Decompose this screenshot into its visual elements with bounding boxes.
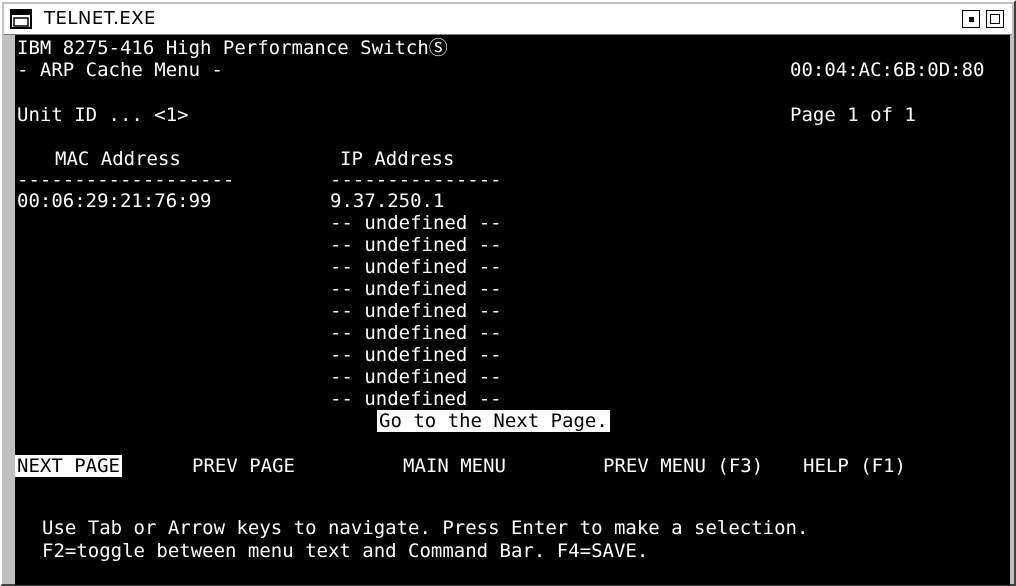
table-row-ip: -- undefined -- [330, 322, 502, 344]
mac-column-underline: ------------------- [17, 169, 235, 191]
page-indicator: Page 1 of 1 [790, 104, 916, 126]
table-row-ip: 9.37.250.1 [330, 190, 445, 212]
ip-column-header: IP Address [340, 148, 455, 170]
table-row-ip: -- undefined -- [330, 366, 502, 388]
table-row-ip: -- undefined -- [330, 278, 502, 300]
maximize-button[interactable] [986, 10, 1004, 28]
main-menu-button[interactable]: MAIN MENU [403, 455, 506, 477]
help-button[interactable]: HELP (F1) [803, 455, 906, 477]
prev-page-button[interactable]: PREV PAGE [192, 455, 295, 477]
unit-id: Unit ID ... <1> [17, 104, 189, 126]
table-row-ip: -- undefined -- [330, 212, 502, 234]
table-row-mac: 00:06:29:21:76:99 [17, 190, 212, 212]
ip-column-underline: --------------- [330, 169, 502, 191]
switch-mac-address: 00:04:AC:6B:0D:80 [790, 59, 985, 81]
title-bar[interactable]: TELNET.EXE [4, 4, 1012, 35]
next-page-button[interactable]: NEXT PAGE [15, 455, 122, 477]
table-row-ip: -- undefined -- [330, 234, 502, 256]
table-row-ip: -- undefined -- [330, 344, 502, 366]
minimize-button[interactable] [962, 10, 980, 28]
status-message: Go to the Next Page. [377, 410, 610, 432]
telnet-window: TELNET.EXE IBM 8275-416 High Performance… [0, 0, 1016, 586]
help-text-line2: F2=toggle between menu text and Command … [42, 540, 649, 562]
table-row-ip: -- undefined -- [330, 388, 502, 410]
table-row-ip: -- undefined -- [330, 300, 502, 322]
window-menu-icon[interactable] [10, 9, 32, 29]
terminal-screen[interactable]: IBM 8275-416 High Performance SwitchⓈ - … [15, 35, 1010, 585]
table-row-ip: -- undefined -- [330, 256, 502, 278]
window-title: TELNET.EXE [44, 8, 156, 29]
prev-menu-button[interactable]: PREV MENU (F3) [603, 455, 763, 477]
menu-title: - ARP Cache Menu - [17, 59, 223, 81]
header-line: IBM 8275-416 High Performance SwitchⓈ [17, 37, 448, 59]
mac-column-header: MAC Address [55, 148, 181, 170]
help-text-line1: Use Tab or Arrow keys to navigate. Press… [42, 517, 809, 539]
